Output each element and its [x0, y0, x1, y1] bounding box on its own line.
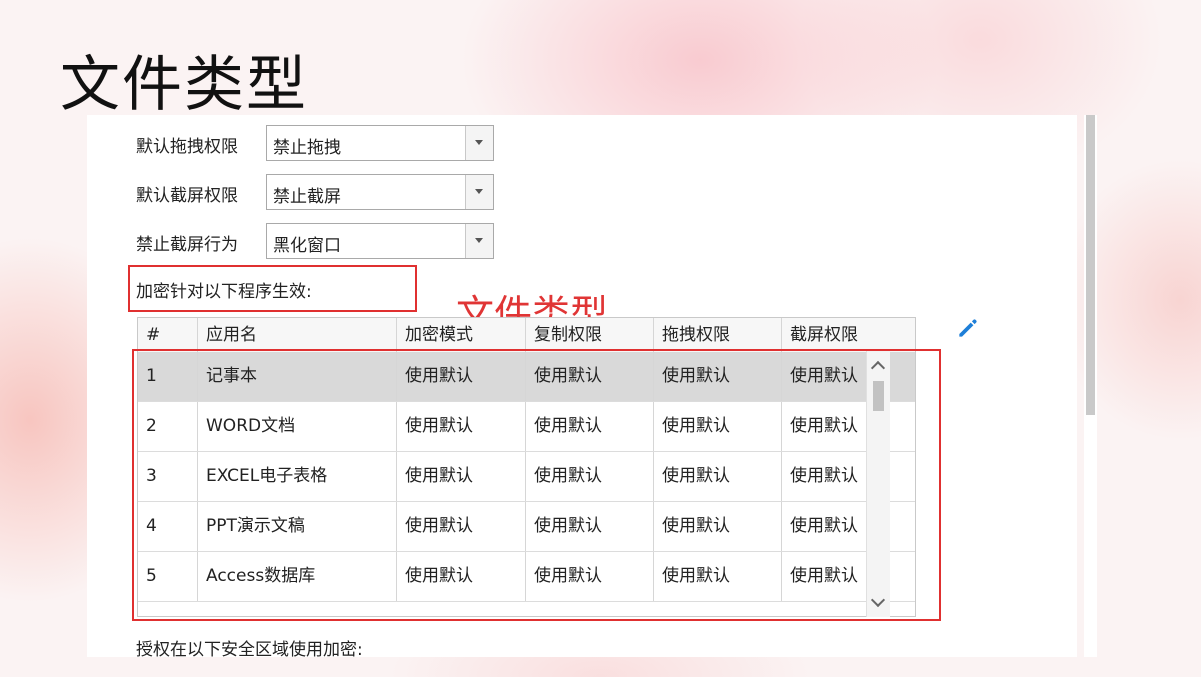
panel-scrollbar-track[interactable]: [1084, 115, 1097, 657]
select-value: 禁止拖拽: [273, 138, 341, 158]
panel-scrollbar-thumb[interactable]: [1086, 115, 1095, 415]
screenshot-behavior-select[interactable]: 黑化窗口: [266, 223, 494, 259]
select-value: 黑化窗口: [273, 236, 341, 256]
column-header-encrypt-mode[interactable]: 加密模式: [397, 318, 526, 352]
encrypt-programs-label: 加密针对以下程序生效:: [136, 282, 312, 302]
column-header-screenshot-permission[interactable]: 截屏权限: [782, 318, 915, 352]
edit-pencil-icon[interactable]: [955, 315, 981, 341]
drag-permission-select[interactable]: 禁止拖拽: [266, 125, 494, 161]
slide-title: 文件类型: [60, 50, 308, 120]
secure-zone-label: 授权在以下安全区域使用加密:: [136, 640, 363, 657]
setting-row-drag: 默认拖拽权限 禁止拖拽: [136, 125, 494, 163]
table-header: # 应用名 加密模式 复制权限 拖拽权限 截屏权限: [138, 318, 915, 353]
screenshot-permission-select[interactable]: 禁止截屏: [266, 174, 494, 210]
table-rows-highlight: [132, 349, 941, 621]
setting-row-screenshot: 默认截屏权限 禁止截屏: [136, 174, 494, 212]
setting-label-drag: 默认拖拽权限: [136, 136, 238, 157]
column-header-app-name[interactable]: 应用名: [198, 318, 397, 352]
setting-label-screenshot-behavior: 禁止截屏行为: [136, 234, 238, 255]
setting-label-screenshot: 默认截屏权限: [136, 185, 238, 206]
chevron-down-icon[interactable]: [465, 175, 493, 209]
column-header-index[interactable]: #: [138, 318, 198, 352]
column-header-drag-permission[interactable]: 拖拽权限: [654, 318, 782, 352]
column-header-copy-permission[interactable]: 复制权限: [526, 318, 654, 352]
settings-panel: 默认拖拽权限 禁止拖拽 默认截屏权限 禁止截屏 禁止截屏行为 黑化窗口 加密针对…: [87, 115, 1077, 657]
select-value: 禁止截屏: [273, 187, 341, 207]
chevron-down-icon[interactable]: [465, 126, 493, 160]
setting-row-screenshot-behavior: 禁止截屏行为 黑化窗口: [136, 223, 494, 261]
chevron-down-icon[interactable]: [465, 224, 493, 258]
